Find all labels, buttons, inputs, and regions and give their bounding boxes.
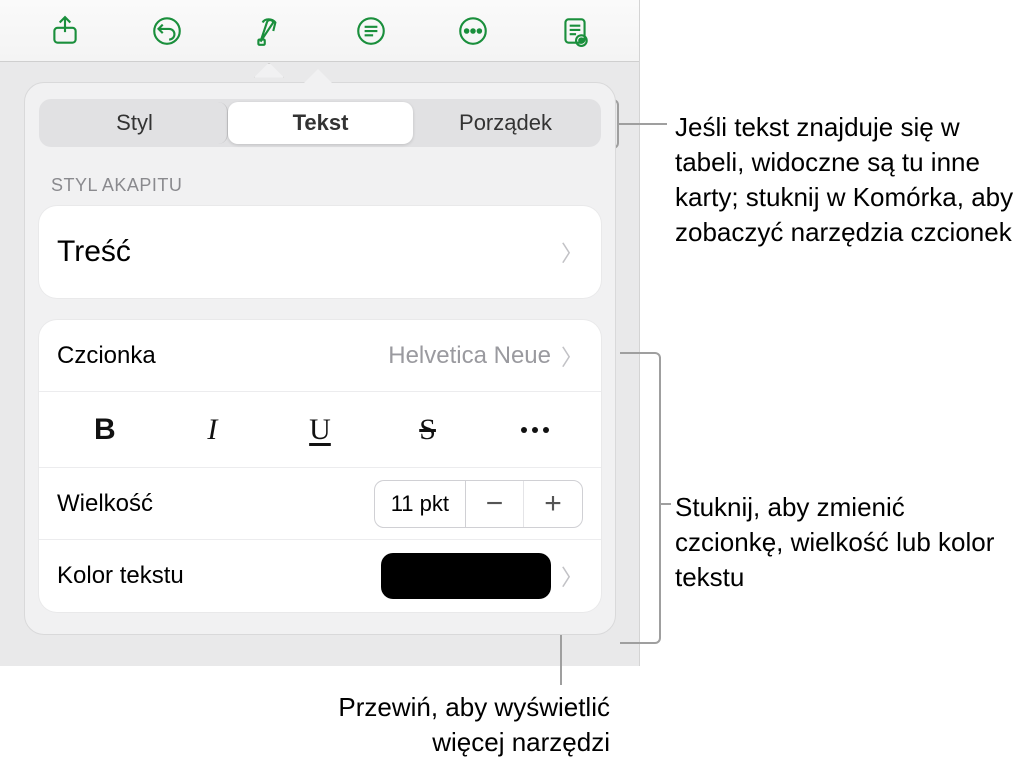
app-window: Styl Tekst Porządek STYL AKAPITU Treść 〉… (0, 0, 640, 666)
size-decrease-button[interactable]: − (466, 481, 524, 527)
font-label: Czcionka (57, 342, 156, 370)
font-style-row: B I U S (39, 392, 601, 468)
top-toolbar (0, 0, 640, 62)
font-value: Helvetica Neue (388, 342, 551, 370)
text-color-label: Kolor tekstu (57, 562, 184, 590)
reader-icon[interactable] (553, 9, 597, 53)
ellipsis-icon (481, 427, 589, 433)
paragraph-style-row[interactable]: Treść 〉 (39, 206, 601, 298)
font-row[interactable]: Czcionka Helvetica Neue 〉 (39, 320, 601, 392)
size-label: Wielkość (57, 490, 153, 518)
strikethrough-button[interactable]: S (374, 413, 482, 447)
callout-line (661, 503, 671, 505)
tab-text[interactable]: Tekst (228, 102, 413, 144)
share-icon[interactable] (43, 9, 87, 53)
paragraph-style-name: Treść (57, 235, 131, 269)
italic-button[interactable]: I (159, 413, 267, 447)
size-value: 11 pkt (375, 481, 466, 527)
text-color-swatch[interactable] (381, 553, 551, 599)
callout-bracket (647, 352, 661, 644)
tab-style[interactable]: Styl (42, 102, 228, 144)
size-row: Wielkość 11 pkt − + (39, 468, 601, 540)
paragraph-style-card: Treść 〉 (39, 206, 601, 298)
callout-line (620, 352, 647, 354)
callout-scroll: Przewiń, aby wyświetlić więcej narzędzi (280, 690, 610, 760)
underline-button[interactable]: U (266, 413, 374, 447)
paragraph-style-heading: STYL AKAPITU (51, 175, 593, 196)
tab-arrange[interactable]: Porządek (413, 102, 598, 144)
more-icon[interactable] (451, 9, 495, 53)
callout-line (619, 123, 667, 125)
font-card: Czcionka Helvetica Neue 〉 B I U S Wielko… (39, 320, 601, 612)
chevron-right-icon: 〉 (561, 340, 583, 372)
callout-tabs: Jeśli tekst znajduje się w tabeli, widoc… (675, 110, 1015, 250)
format-popover-area: Styl Tekst Porządek STYL AKAPITU Treść 〉… (0, 82, 640, 635)
size-increase-button[interactable]: + (524, 481, 582, 527)
text-color-row[interactable]: Kolor tekstu 〉 (39, 540, 601, 612)
callout-font-controls: Stuknij, aby zmienić czcionkę, wielkość … (675, 490, 1015, 595)
size-stepper: 11 pkt − + (374, 480, 583, 528)
chevron-right-icon: 〉 (561, 560, 583, 592)
segmented-control: Styl Tekst Porządek (39, 99, 601, 147)
chevron-right-icon: 〉 (561, 236, 583, 268)
format-icon[interactable] (247, 9, 291, 53)
format-popover: Styl Tekst Porządek STYL AKAPITU Treść 〉… (24, 82, 616, 635)
bold-button[interactable]: B (51, 413, 159, 447)
callout-line (620, 642, 647, 644)
paragraph-icon[interactable] (349, 9, 393, 53)
undo-icon[interactable] (145, 9, 189, 53)
more-format-button[interactable] (481, 427, 589, 433)
